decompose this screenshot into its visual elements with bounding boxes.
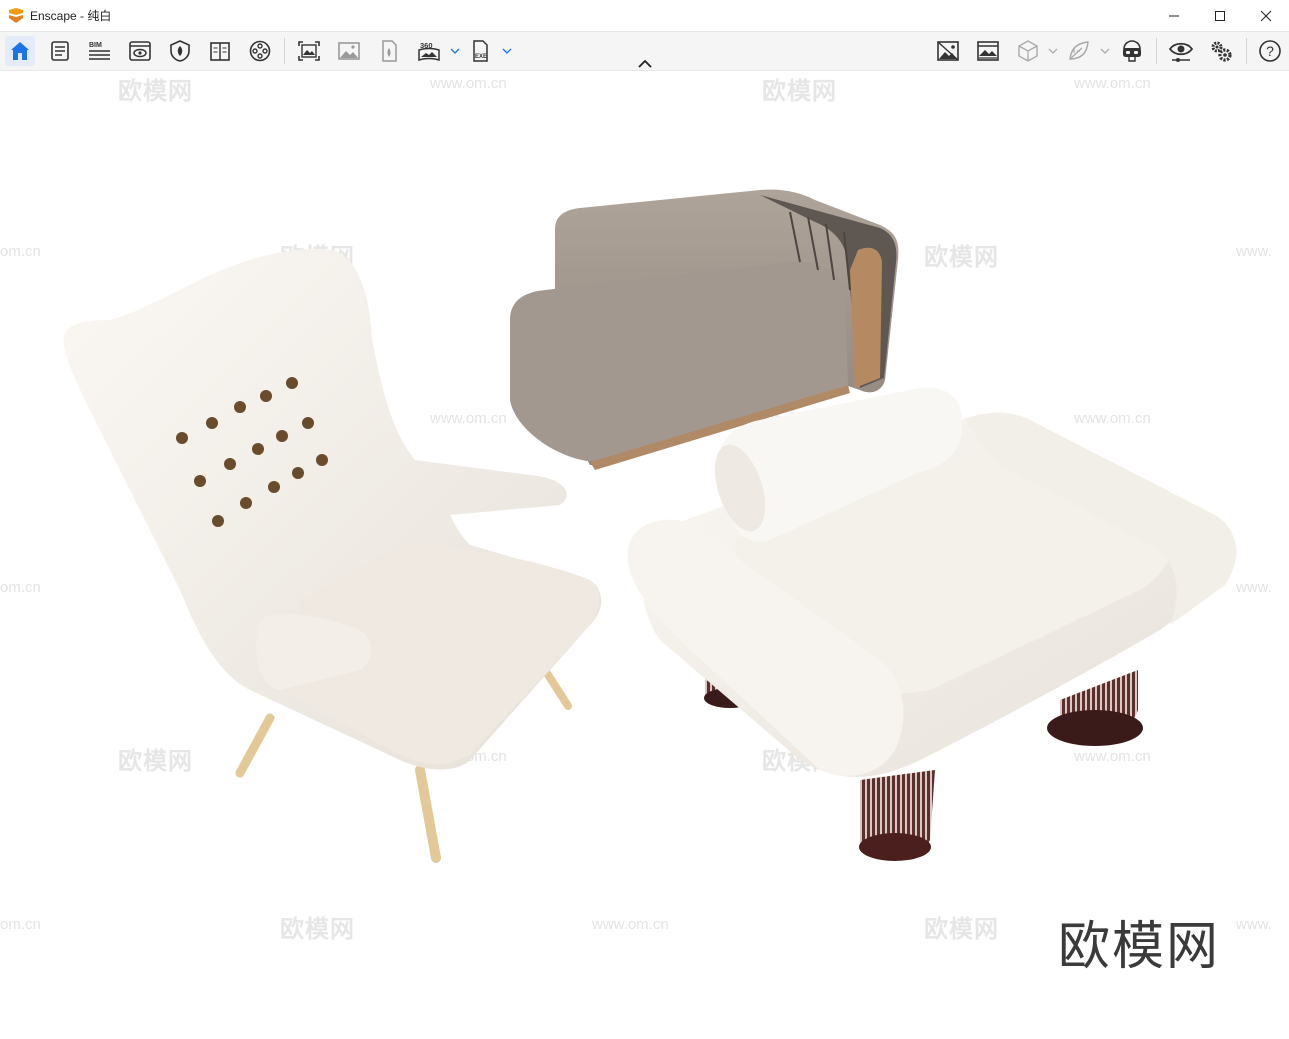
document-list-icon: [51, 41, 69, 61]
minimize-button[interactable]: [1151, 0, 1197, 31]
book-icon: [210, 42, 230, 61]
screenshot-button[interactable]: [294, 36, 324, 66]
brand-watermark: 欧模网: [1058, 918, 1221, 976]
leaf-icon: [1069, 41, 1089, 60]
video-editor-button[interactable]: [245, 36, 275, 66]
toolbar-separator: [1246, 38, 1247, 64]
general-settings-button[interactable]: [1206, 36, 1236, 66]
toolbar-separator: [1156, 38, 1157, 64]
image-cross-icon: [937, 41, 959, 61]
exe-file-icon: EXE: [473, 40, 488, 62]
clipping-button[interactable]: [1064, 36, 1094, 66]
eye-window-icon: [129, 41, 151, 61]
vr-headset-button[interactable]: [1117, 36, 1147, 66]
home-button[interactable]: [5, 36, 35, 66]
export-dropdown-chevron-icon[interactable]: [502, 46, 512, 56]
white-bolster-lounge-chair: [627, 387, 1237, 861]
panorama-360-icon: 360: [418, 41, 440, 62]
safe-frame-dropdown-chevron-icon[interactable]: [1048, 46, 1058, 56]
vr-headset-icon: [1123, 40, 1141, 62]
film-reel-icon: [249, 40, 271, 62]
landscape-icon: [977, 41, 999, 61]
screenshot-icon: [298, 41, 320, 61]
maximize-icon: [1215, 10, 1225, 21]
shield-leaf-icon: [170, 40, 190, 62]
atmosphere-button[interactable]: [973, 36, 1003, 66]
gears-icon: [1211, 41, 1232, 62]
asset-library-button[interactable]: [165, 36, 195, 66]
clipping-dropdown-chevron-icon[interactable]: [1100, 46, 1110, 56]
svg-text:BIM: BIM: [89, 42, 102, 49]
safe-frame-button[interactable]: [1013, 36, 1043, 66]
help-button[interactable]: ?: [1255, 36, 1285, 66]
maximize-button[interactable]: [1197, 0, 1243, 31]
bim-icon: BIM: [89, 42, 110, 60]
panorama-button[interactable]: 360: [414, 36, 444, 66]
bim-button[interactable]: BIM: [85, 36, 115, 66]
window-title: Enscape - 纯白: [30, 9, 112, 23]
batch-render-button[interactable]: [334, 36, 364, 66]
close-icon: [1260, 10, 1272, 21]
close-button[interactable]: [1243, 0, 1289, 31]
render-export-button[interactable]: [374, 36, 404, 66]
svg-text:EXE: EXE: [475, 54, 487, 60]
material-editor-button[interactable]: [205, 36, 235, 66]
furniture-render: [63, 189, 1237, 863]
render-viewport[interactable]: 欧模网 欧模网 www.om.cn www.om.cn om.cn 欧模网 欧模…: [0, 71, 1289, 1039]
uploads-button[interactable]: [933, 36, 963, 66]
image-stack-icon: [338, 42, 360, 60]
file-render-icon: [382, 40, 397, 62]
title-bar: Enscape - 纯白: [0, 0, 1289, 32]
home-icon: [11, 42, 29, 60]
project-info-button[interactable]: [45, 36, 75, 66]
help-icon: ?: [1259, 40, 1281, 62]
enscape-logo-icon: [9, 7, 23, 23]
views-button[interactable]: [125, 36, 155, 66]
cube-icon: [1018, 40, 1038, 62]
toolbar-separator: [284, 38, 285, 64]
export-exe-button[interactable]: EXE: [466, 36, 496, 66]
visual-settings-button[interactable]: [1166, 36, 1196, 66]
collapse-toolbar-chevron-icon[interactable]: [636, 58, 654, 70]
panorama-dropdown-chevron-icon[interactable]: [450, 46, 460, 56]
svg-text:?: ?: [1266, 43, 1274, 59]
eye-slider-icon: [1169, 42, 1193, 62]
minimize-icon: [1169, 15, 1179, 16]
